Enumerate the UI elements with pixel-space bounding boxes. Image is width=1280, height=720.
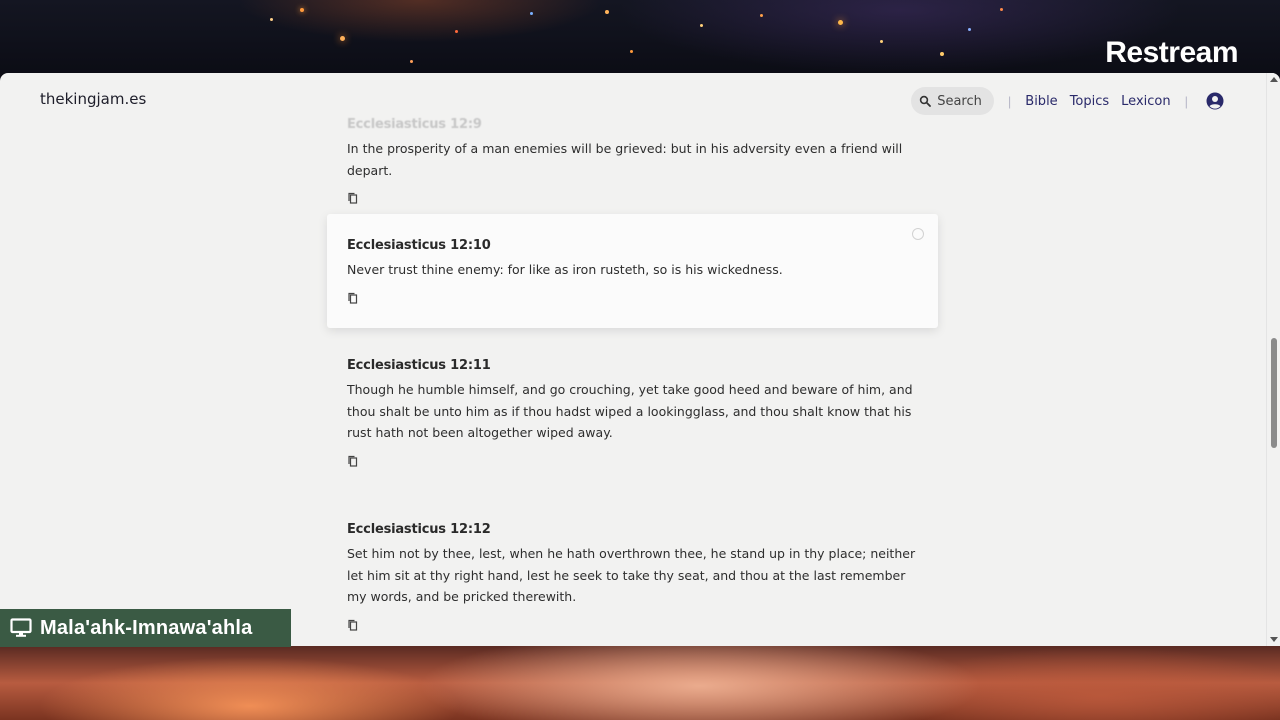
stream-background-top (0, 0, 1280, 80)
copy-icon[interactable] (347, 618, 359, 631)
verse-text: Never trust thine enemy: for like as iro… (347, 262, 783, 277)
nav-right-group: Search | Bible Topics Lexicon | (911, 87, 1224, 115)
copy-icon[interactable] (347, 191, 359, 204)
nav-link-lexicon[interactable]: Lexicon (1121, 94, 1170, 109)
verse-item-highlighted[interactable]: Ecclesiasticus 12:10 Never trust thine e… (327, 214, 938, 328)
streamer-name: Mala'ahk-Imnawa'ahla (40, 616, 253, 639)
nav-separator: | (1184, 93, 1188, 109)
nav-separator: | (1007, 93, 1012, 109)
site-brand-link[interactable]: thekingjam.es (40, 90, 146, 108)
scrollbar-thumb[interactable] (1271, 338, 1277, 448)
verse-text: Set him not by thee, lest, when he hath … (347, 546, 916, 604)
search-icon (919, 95, 932, 107)
restream-logo: Restream (1105, 36, 1238, 69)
search-button[interactable]: Search (911, 87, 994, 115)
verse-text: In the prosperity of a man enemies will … (347, 141, 903, 178)
streamer-name-label: Mala'ahk-Imnawa'ahla (0, 609, 291, 647)
verse-item: Ecclesiasticus 12:11 Though he humble hi… (327, 358, 938, 467)
verse-reference[interactable]: Ecclesiasticus 12:11 (347, 358, 918, 373)
verse-item: Ecclesiasticus 12:12 Set him not by thee… (327, 522, 938, 631)
verse-reference[interactable]: Ecclesiasticus 12:10 (347, 238, 918, 253)
verse-item: Ecclesiasticus 12:9 In the prosperity of… (327, 117, 938, 204)
account-circle-icon[interactable] (1206, 92, 1224, 110)
bookmark-toggle[interactable] (912, 228, 924, 240)
monitor-icon (10, 618, 32, 638)
verse-text: Though he humble himself, and go crouchi… (347, 382, 913, 440)
nav-link-topics[interactable]: Topics (1070, 94, 1109, 109)
scroll-up-arrow-icon[interactable] (1270, 77, 1278, 82)
stream-background-bottom (0, 646, 1280, 720)
copy-icon[interactable] (347, 454, 359, 467)
search-label: Search (937, 93, 982, 109)
verse-reference[interactable]: Ecclesiasticus 12:12 (347, 522, 918, 537)
verse-reference[interactable]: Ecclesiasticus 12:9 (347, 117, 918, 132)
scroll-down-arrow-icon[interactable] (1270, 637, 1278, 642)
nav-link-bible[interactable]: Bible (1025, 94, 1057, 109)
page-scrollbar[interactable] (1266, 73, 1280, 646)
copy-icon[interactable] (347, 291, 359, 304)
browser-page: thekingjam.es Search | Bible Topics Lexi… (0, 73, 1280, 646)
